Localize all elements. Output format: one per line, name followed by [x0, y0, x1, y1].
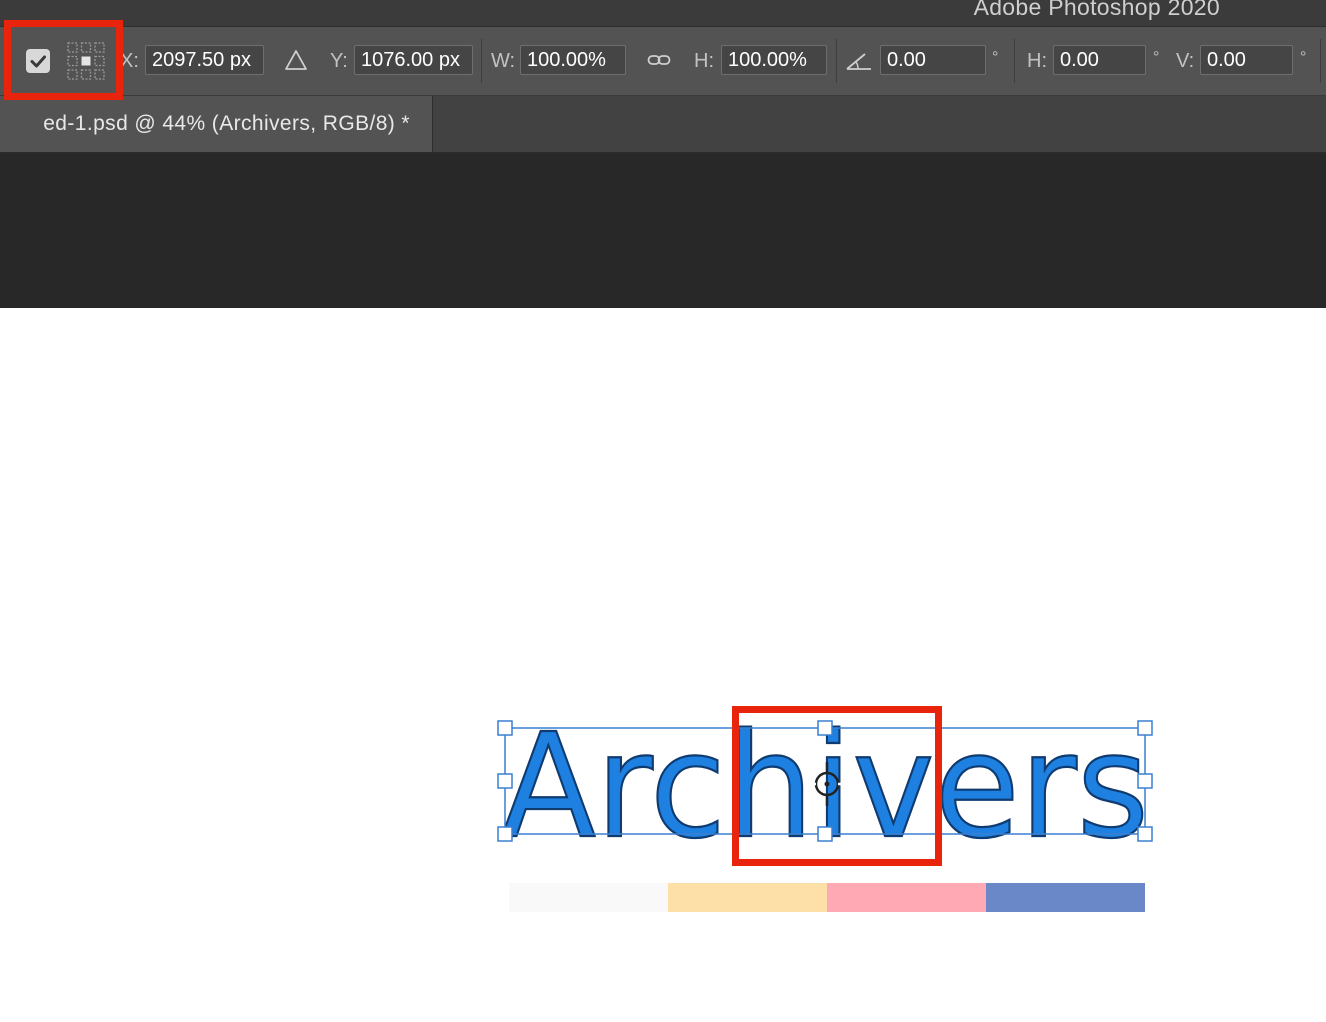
delta-triangle-icon[interactable]	[284, 49, 308, 71]
options-separator	[1014, 39, 1015, 83]
skew-vertical-field[interactable]: 0.00	[1200, 45, 1293, 75]
document-tab-title: ed-1.psd @ 44% (Archivers, RGB/8) *	[43, 112, 410, 135]
document-tab-bar: ed-1.psd @ 44% (Archivers, RGB/8) *	[0, 96, 1326, 153]
options-separator	[836, 39, 837, 83]
handle-top-right[interactable]	[1137, 720, 1153, 736]
transform-options-bar: X: 2097.50 px Y: 1076.00 px W: 100.00% H…	[0, 27, 1326, 96]
pasteboard	[0, 153, 1326, 308]
y-label: Y:	[330, 50, 348, 72]
y-position-field[interactable]: 1076.00 px	[354, 45, 473, 75]
highlight-box-reference-point	[732, 706, 942, 866]
color-swatch-blue	[986, 883, 1145, 912]
document-tab[interactable]: ed-1.psd @ 44% (Archivers, RGB/8) *	[0, 96, 433, 152]
handle-top-left[interactable]	[497, 720, 513, 736]
skew-vertical-unit: °	[1300, 49, 1307, 66]
app-title: Adobe Photoshop 2020	[973, 0, 1220, 20]
color-swatch-peach	[668, 883, 827, 912]
options-separator	[1320, 39, 1321, 83]
link-chain-icon[interactable]	[647, 51, 671, 69]
skew-horizontal-label: H:	[1027, 50, 1047, 72]
handle-bottom-left[interactable]	[497, 826, 513, 842]
skew-horizontal-unit: °	[1153, 49, 1160, 66]
rotate-angle-icon	[845, 51, 873, 71]
x-position-field[interactable]: 2097.50 px	[145, 45, 264, 75]
document-canvas[interactable]	[0, 308, 1326, 1022]
options-separator	[481, 39, 482, 83]
height-scale-field[interactable]: 100.00%	[721, 45, 827, 75]
handle-middle-right[interactable]	[1137, 773, 1153, 789]
width-scale-field[interactable]: 100.00%	[520, 45, 626, 75]
skew-vertical-label: V:	[1176, 50, 1195, 72]
height-label: H:	[694, 50, 714, 72]
handle-bottom-right[interactable]	[1137, 826, 1153, 842]
width-label: W:	[491, 50, 516, 72]
app-title-bar: Adobe Photoshop 2020	[0, 0, 1326, 27]
highlight-box-options	[4, 20, 123, 100]
angle-unit: °	[992, 49, 999, 66]
handle-middle-left[interactable]	[497, 773, 513, 789]
color-swatch-off-white	[509, 883, 668, 912]
skew-horizontal-field[interactable]: 0.00	[1053, 45, 1146, 75]
rotation-angle-field[interactable]: 0.00	[880, 45, 986, 75]
color-swatch-pink	[827, 883, 986, 912]
